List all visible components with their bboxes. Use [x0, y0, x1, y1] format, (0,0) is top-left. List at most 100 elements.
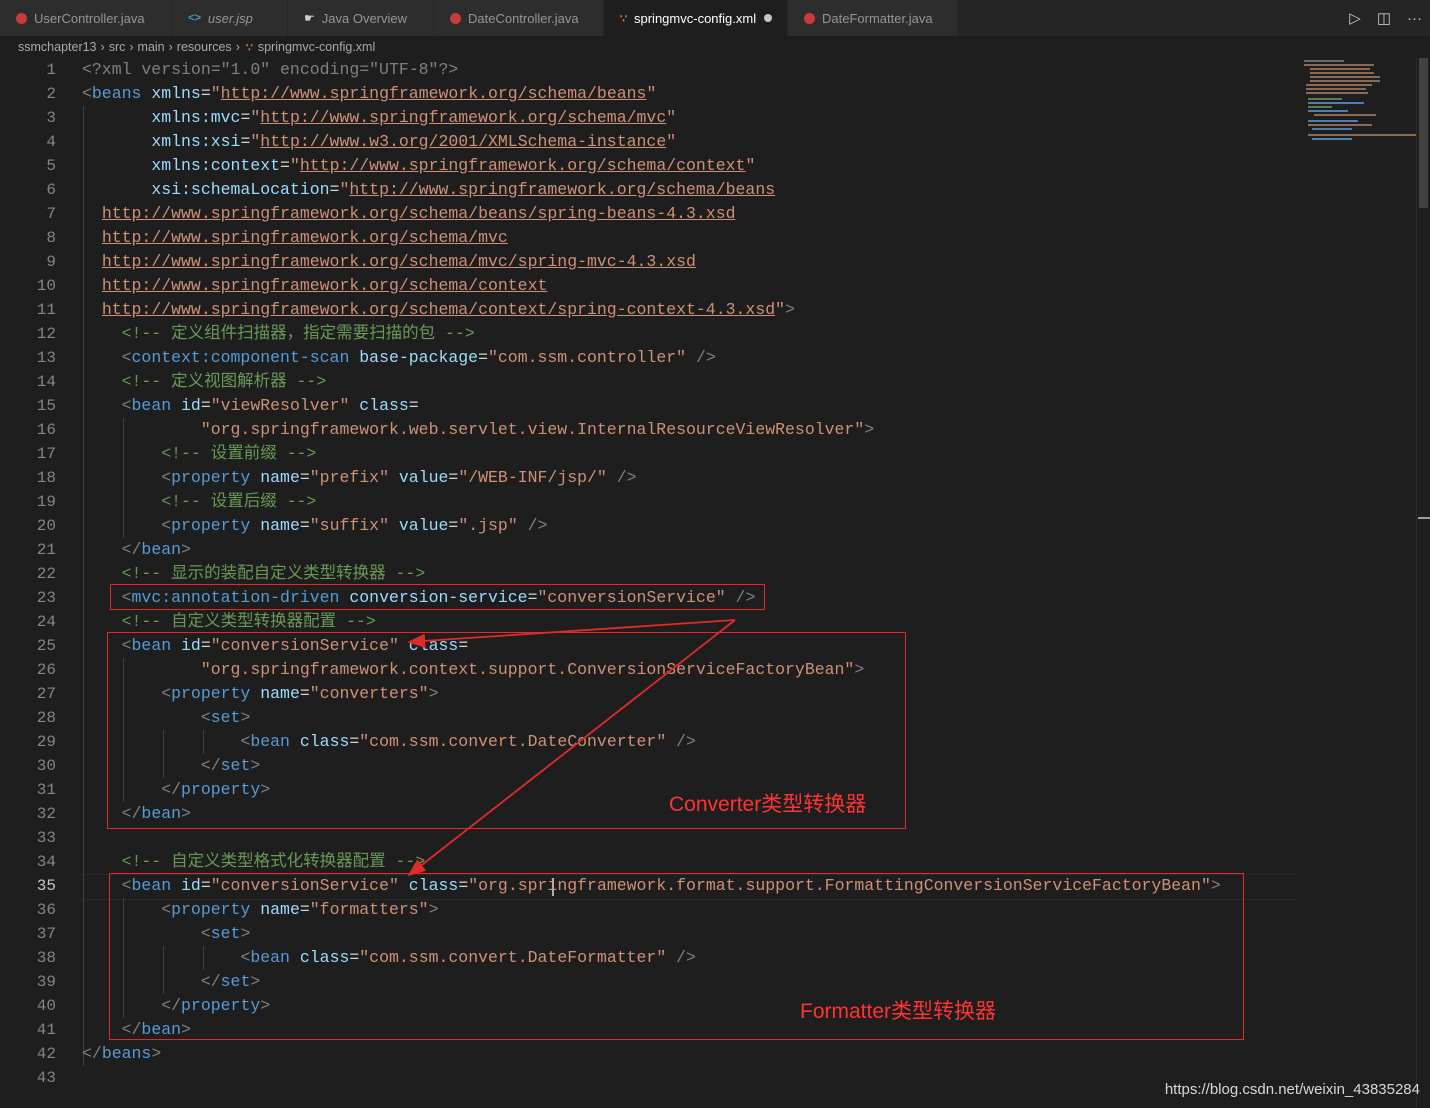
line-number: 29 — [36, 733, 56, 751]
line-number: 31 — [36, 781, 56, 799]
watermark: https://blog.csdn.net/weixin_43835284 — [1164, 1081, 1420, 1098]
code-text: http://www.springframework.org/schema/co… — [82, 274, 548, 298]
tab-springmvc-config[interactable]: ∵ springmvc-config.xml — [604, 0, 788, 36]
xml-declaration: <?xml version="1.0" encoding="UTF-8"?> — [82, 60, 459, 79]
line-number: 38 — [36, 949, 56, 967]
breadcrumb-resources[interactable]: resources — [177, 40, 232, 54]
tab-label: springmvc-config.xml — [634, 10, 757, 26]
url-link[interactable]: http://www.springframework.org/schema/co… — [102, 300, 775, 319]
split-editor-icon[interactable]: ◫ — [1377, 9, 1391, 27]
tab-user-jsp[interactable]: <> user.jsp — [172, 0, 288, 36]
code-text: xsi:schemaLocation="http://www.springfra… — [151, 180, 776, 199]
code-line-13: 13 <context:component-scan base-package=… — [0, 346, 1300, 370]
code-text: <bean id="viewResolver" class= — [121, 396, 419, 415]
editor-actions: ▷ ◫ ··· — [1349, 0, 1422, 36]
attr-value: "/WEB-INF/jsp/" — [458, 468, 607, 487]
code-text: </beans> — [82, 1044, 162, 1063]
line-number: 25 — [36, 637, 56, 655]
tab-usercontroller[interactable]: UserController.java — [0, 0, 172, 36]
line-number: 16 — [36, 421, 56, 439]
url-link[interactable]: http://www.springframework.org/schema/mv… — [260, 108, 666, 127]
attr-value: "com.ssm.controller" — [488, 348, 687, 367]
code-text: </bean> — [121, 540, 191, 559]
run-icon[interactable]: ▷ — [1349, 9, 1361, 27]
line-number: 8 — [46, 229, 56, 247]
line-number: 6 — [46, 181, 56, 199]
java-file-icon — [804, 12, 815, 24]
formatter-label: Formatter类型转换器 — [800, 1000, 997, 1023]
line-number: 5 — [46, 157, 56, 175]
line-number: 2 — [46, 85, 56, 103]
editor-tab-bar: UserController.java <> user.jsp ☛ Java O… — [0, 0, 1430, 36]
code-text: <!-- 定义组件扫描器，指定需要扫描的包 --> — [82, 322, 475, 346]
url-link[interactable]: http://www.springframework.org/schema/mv… — [102, 252, 696, 271]
chevron-right-icon: › — [235, 40, 240, 54]
breadcrumb-file[interactable]: springmvc-config.xml — [258, 40, 375, 54]
breadcrumb-project[interactable]: ssmchapter13 — [18, 40, 97, 54]
code-comment: <!-- 设置后缀 --> — [161, 492, 317, 511]
code-text: <!-- 自定义类型格式化转换器配置 --> — [82, 850, 426, 874]
annotation-box-formatter — [109, 873, 1244, 1040]
breadcrumb: ssmchapter13 › src › main › resources › … — [0, 36, 1430, 58]
line-number: 13 — [36, 349, 56, 367]
tab-label: DateController.java — [468, 10, 579, 26]
attr-value: "suffix" — [309, 516, 389, 535]
url-link[interactable]: http://www.springframework.org/schema/be… — [221, 84, 647, 103]
url-link[interactable]: http://www.springframework.org/schema/be… — [349, 180, 775, 199]
code-line-22: 22 <!-- 显示的装配自定义类型转换器 --> — [0, 562, 1300, 586]
tab-java-overview[interactable]: ☛ Java Overview — [288, 0, 434, 36]
line-number: 19 — [36, 493, 56, 511]
code-line-15: 15 <bean id="viewResolver" class= — [0, 394, 1300, 418]
breadcrumb-main[interactable]: main — [138, 40, 165, 54]
code-comment: <!-- 自定义类型格式化转换器配置 --> — [121, 852, 426, 871]
line-number: 40 — [36, 997, 56, 1015]
annotation-box-annotation-driven — [110, 584, 765, 610]
code-line-5: 5 xmlns:context="http://www.springframew… — [0, 154, 1300, 178]
code-line-18: 18 <property name="prefix" value="/WEB-I… — [0, 466, 1300, 490]
line-number: 30 — [36, 757, 56, 775]
minimap[interactable] — [1300, 58, 1416, 148]
tab-label: UserController.java — [34, 10, 145, 26]
url-link[interactable]: http://www.springframework.org/schema/co… — [300, 156, 746, 175]
tab-label: Java Overview — [321, 10, 408, 26]
code-text: http://www.springframework.org/schema/mv… — [82, 226, 508, 250]
code-line-24: 24 <!-- 自定义类型转换器配置 --> — [0, 610, 1300, 634]
code-text: <!-- 自定义类型转换器配置 --> — [82, 610, 376, 634]
code-line-4: 4 xmlns:xsi="http://www.w3.org/2001/XMLS… — [0, 130, 1300, 154]
attr-value: "prefix" — [309, 468, 389, 487]
line-number: 11 — [36, 301, 56, 319]
java-overview-icon: ☛ — [304, 11, 315, 25]
code-text: xmlns:mvc="http://www.springframework.or… — [151, 108, 677, 127]
unsaved-dot-icon[interactable] — [764, 14, 773, 22]
vertical-scrollbar[interactable] — [1416, 58, 1430, 1108]
line-number: 39 — [36, 973, 56, 991]
line-number: 3 — [46, 109, 56, 127]
code-text: <!-- 设置后缀 --> — [82, 490, 316, 514]
scrollbar-thumb[interactable] — [1419, 58, 1428, 208]
line-number: 18 — [36, 469, 56, 487]
line-number: 21 — [36, 541, 56, 559]
code-line-3: 3 xmlns:mvc="http://www.springframework.… — [0, 106, 1300, 130]
code-line-14: 14 <!-- 定义视图解析器 --> — [0, 370, 1300, 394]
line-number: 4 — [46, 133, 56, 151]
code-text: <property name="suffix" value=".jsp" /> — [161, 516, 548, 535]
code-text: http://www.springframework.org/schema/co… — [101, 300, 795, 319]
tab-label: DateFormatter.java — [822, 10, 933, 26]
url-link[interactable]: http://www.springframework.org/schema/mv… — [102, 228, 508, 247]
url-link[interactable]: http://www.springframework.org/schema/be… — [102, 204, 736, 223]
more-actions-icon[interactable]: ··· — [1407, 10, 1422, 27]
url-link[interactable]: http://www.w3.org/2001/XMLSchema-instanc… — [260, 132, 666, 151]
line-number: 37 — [36, 925, 56, 943]
line-number: 32 — [36, 805, 56, 823]
attr-value: "viewResolver" — [210, 396, 350, 415]
tab-dateformatter[interactable]: DateFormatter.java — [788, 0, 958, 36]
tab-datecontroller[interactable]: DateController.java — [434, 0, 604, 36]
breadcrumb-src[interactable]: src — [109, 40, 126, 54]
line-number: 24 — [36, 613, 56, 631]
code-text: <?xml version="1.0" encoding="UTF-8"?> — [82, 58, 458, 82]
url-link[interactable]: http://www.springframework.org/schema/co… — [102, 276, 548, 295]
line-number: 15 — [36, 397, 56, 415]
code-text: <property name="prefix" value="/WEB-INF/… — [161, 468, 637, 487]
line-number: 26 — [36, 661, 56, 679]
code-line-19: 19 <!-- 设置后缀 --> — [0, 490, 1300, 514]
